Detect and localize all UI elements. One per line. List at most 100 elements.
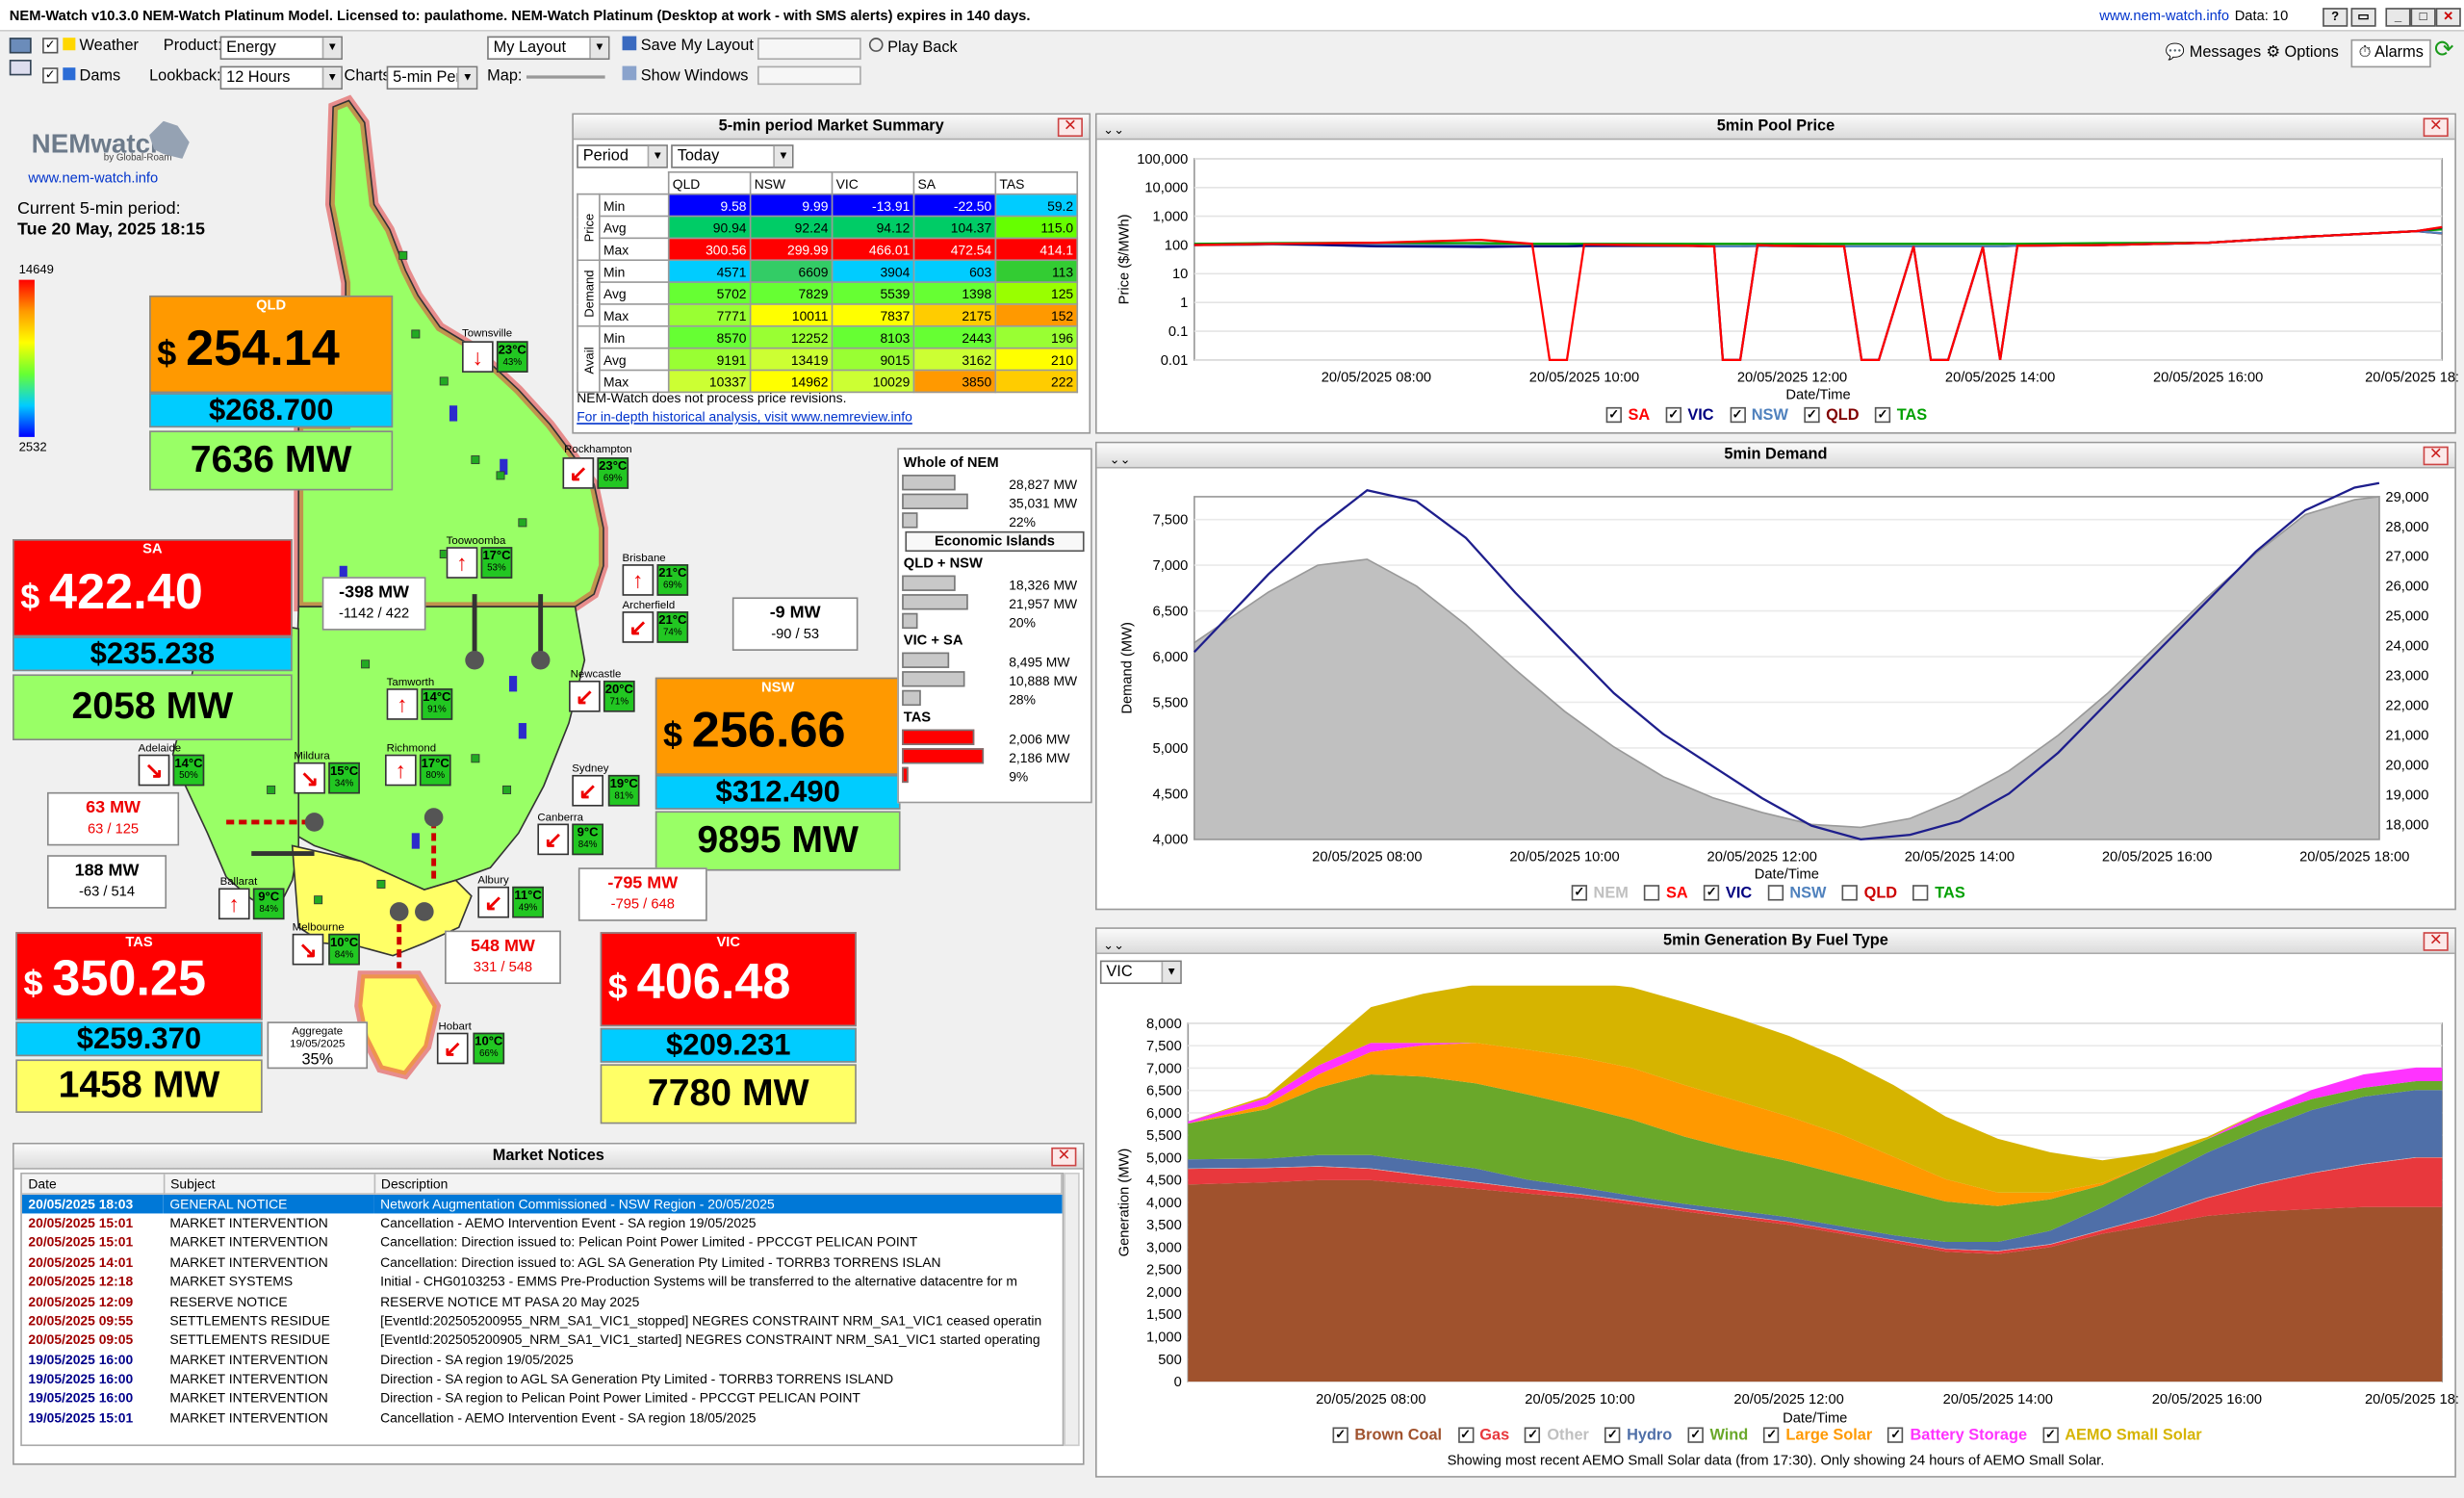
legend-checkbox[interactable]: ✓ — [2042, 1428, 2059, 1444]
legend-checkbox[interactable]: ✓ — [1687, 1428, 1704, 1444]
alarms-button[interactable]: ⏱ Alarms — [2350, 39, 2432, 68]
legend-item[interactable]: ✓ Hydro — [1604, 1427, 1672, 1444]
notice-row[interactable]: 20/05/2025 09:55 SETTLEMENTS RESIDUE [Even… — [22, 1310, 1062, 1330]
notice-row[interactable]: 19/05/2025 16:00 MARKET INTERVENTION Direc… — [22, 1350, 1062, 1369]
dams-checkbox[interactable]: ✓ — [42, 67, 59, 85]
period-select[interactable]: Period ▼ — [577, 144, 668, 168]
terranora-flow[interactable]: -9 MW -90 / 53 — [732, 597, 859, 651]
monitor-icon[interactable] — [9, 38, 32, 54]
legend-item[interactable]: ✓ Gas — [1457, 1427, 1509, 1444]
close-icon[interactable]: ✕ — [2423, 117, 2449, 138]
murraylink-flow[interactable]: 188 MW -63 / 514 — [46, 855, 167, 909]
nemreview-link[interactable]: For in-depth historical analysis, visit … — [577, 409, 912, 425]
legend-checkbox[interactable]: ✓ — [1665, 407, 1681, 424]
layout-select[interactable]: My Layout ▼ — [487, 36, 610, 61]
mail-icon[interactable] — [9, 60, 32, 76]
legend-checkbox[interactable]: ✓ — [1457, 1428, 1474, 1444]
legend-checkbox[interactable]: ✓ — [1605, 407, 1622, 424]
notice-row[interactable]: 19/05/2025 15:01 MARKET INTERVENTION Cance… — [22, 1408, 1062, 1427]
legend-checkbox[interactable]: ✓ — [1887, 1428, 1904, 1444]
legend-item[interactable]: ✓ Wind — [1687, 1427, 1748, 1444]
notice-row[interactable]: 20/05/2025 14:01 MARKET INTERVENTION Cance… — [22, 1253, 1062, 1272]
close-icon[interactable]: ✕ — [2423, 932, 2449, 951]
notices-list[interactable]: Date Subject Description 20/05/2025 18:03 GE… — [20, 1172, 1065, 1447]
legend-item[interactable]: SA — [1644, 885, 1688, 902]
close-window-icon[interactable]: ✕ — [2435, 8, 2461, 27]
legend-item[interactable]: ✓ NSW — [1729, 407, 1788, 425]
legend-checkbox[interactable]: ✓ — [1804, 407, 1820, 424]
legend-item[interactable]: ✓ Other — [1525, 1427, 1589, 1444]
legend-item[interactable]: ✓ TAS — [1874, 407, 1927, 425]
legend-checkbox[interactable] — [1767, 885, 1784, 902]
lookback-select[interactable]: 12 Hours ▼ — [219, 65, 343, 90]
legend-checkbox[interactable]: ✓ — [1704, 885, 1720, 902]
options-button[interactable]: ⚙ Options — [2266, 42, 2338, 65]
legend-checkbox[interactable]: ✓ — [1763, 1428, 1780, 1444]
vic-nsw-flow[interactable]: -795 MW -795 / 648 — [578, 867, 707, 921]
legend-item[interactable]: ✓ Large Solar — [1763, 1427, 1872, 1444]
notice-row[interactable]: 20/05/2025 18:03 GENERAL NOTICE Network Au… — [21, 1193, 1062, 1214]
legend-item[interactable]: NSW — [1767, 885, 1826, 902]
vic-price-box[interactable]: VIC $406.48 — [600, 932, 857, 1027]
legend-item[interactable]: ✓ VIC — [1665, 407, 1714, 425]
heywood-flow[interactable]: 63 MW 63 / 125 — [46, 791, 180, 846]
tas-price-box[interactable]: TAS $350.25 — [15, 932, 263, 1020]
legend-item[interactable]: ✓ NEM — [1571, 885, 1629, 902]
basslink-flow[interactable]: 548 MW 331 / 548 — [445, 930, 561, 985]
legend-item[interactable]: ✓ VIC — [1704, 885, 1752, 902]
legend-checkbox[interactable]: ✓ — [1525, 1428, 1541, 1444]
help-window-icon[interactable]: ? — [2323, 8, 2348, 27]
close-icon[interactable]: ✕ — [2423, 446, 2449, 466]
messages-button[interactable]: 💬 Messages — [2166, 42, 2261, 65]
legend-item[interactable]: ✓ Brown Coal — [1332, 1427, 1442, 1444]
close-icon[interactable]: ✕ — [1051, 1147, 1077, 1167]
panel-menu-icon[interactable]: ⌄⌄ — [1103, 122, 1124, 137]
notice-row[interactable]: 19/05/2025 16:00 MARKET INTERVENTION Direc… — [22, 1388, 1062, 1408]
dams-toggle[interactable]: ✓ Dams — [42, 66, 120, 89]
sa-price-box[interactable]: SA $422.40 — [13, 539, 293, 637]
generation-region-select[interactable]: VIC ▼ — [1099, 960, 1182, 985]
legend-item[interactable]: TAS — [1912, 885, 1965, 902]
legend-checkbox[interactable]: ✓ — [1604, 1428, 1621, 1444]
notice-row[interactable]: 20/05/2025 12:09 RESERVE NOTICE RESERVE NO… — [22, 1291, 1062, 1310]
play-back-toggle[interactable]: Play Back — [868, 38, 958, 60]
panel-menu-icon[interactable]: ⌄⌄ — [1110, 452, 1131, 467]
charts-select[interactable]: 5-min Perio ▼ — [386, 65, 478, 90]
column-header[interactable]: Description — [373, 1174, 1063, 1195]
playback-controls[interactable] — [757, 38, 861, 61]
notices-scrollbar[interactable] — [1064, 1172, 1080, 1447]
map-website-link[interactable]: www.nem-watch.info — [28, 169, 158, 185]
weather-toggle[interactable]: ✓ Weather — [42, 37, 139, 59]
legend-checkbox[interactable]: ✓ — [1332, 1428, 1348, 1444]
restore-window-icon[interactable]: ▭ — [2350, 8, 2376, 27]
notice-row[interactable]: 20/05/2025 15:01 MARKET INTERVENTION Cance… — [22, 1213, 1062, 1232]
show-windows-button[interactable]: Show Windows — [622, 65, 748, 89]
qld-price-box[interactable]: QLD $254.14 — [149, 295, 394, 394]
legend-item[interactable]: QLD — [1841, 885, 1897, 902]
legend-item[interactable]: ✓ AEMO Small Solar — [2042, 1427, 2202, 1444]
nsw-price-box[interactable]: NSW $256.66 — [654, 677, 901, 775]
refresh-icon[interactable]: ⟳ — [2434, 38, 2454, 61]
column-header[interactable]: Date — [21, 1174, 165, 1195]
panel-menu-icon[interactable]: ⌄⌄ — [1103, 939, 1124, 953]
notice-row[interactable]: 20/05/2025 09:05 SETTLEMENTS RESIDUE [Even… — [22, 1330, 1062, 1349]
legend-checkbox[interactable]: ✓ — [1729, 407, 1746, 424]
map-slider[interactable] — [526, 75, 605, 79]
legend-checkbox[interactable] — [1644, 885, 1660, 902]
legend-checkbox[interactable] — [1841, 885, 1859, 902]
close-icon[interactable]: ✕ — [1057, 117, 1083, 138]
legend-item[interactable]: ✓ QLD — [1804, 407, 1860, 425]
save-layout-button[interactable]: Save My Layout — [622, 36, 754, 59]
legend-item[interactable]: ✓ Battery Storage — [1887, 1427, 2027, 1444]
minimize-window-icon[interactable]: _ — [2385, 8, 2411, 27]
legend-checkbox[interactable]: ✓ — [1874, 407, 1891, 424]
playback-slider[interactable] — [757, 65, 861, 86]
notice-row[interactable]: 20/05/2025 15:01 MARKET INTERVENTION Cance… — [22, 1232, 1062, 1252]
weather-checkbox[interactable]: ✓ — [42, 38, 59, 55]
range-select[interactable]: Today ▼ — [671, 144, 794, 168]
legend-checkbox[interactable] — [1912, 885, 1929, 902]
maximize-window-icon[interactable]: □ — [2410, 8, 2436, 27]
website-link[interactable]: www.nem-watch.info — [2099, 0, 2229, 32]
product-select[interactable]: Energy ▼ — [219, 36, 343, 61]
notice-row[interactable]: 20/05/2025 12:18 MARKET SYSTEMS Initial - … — [22, 1272, 1062, 1291]
